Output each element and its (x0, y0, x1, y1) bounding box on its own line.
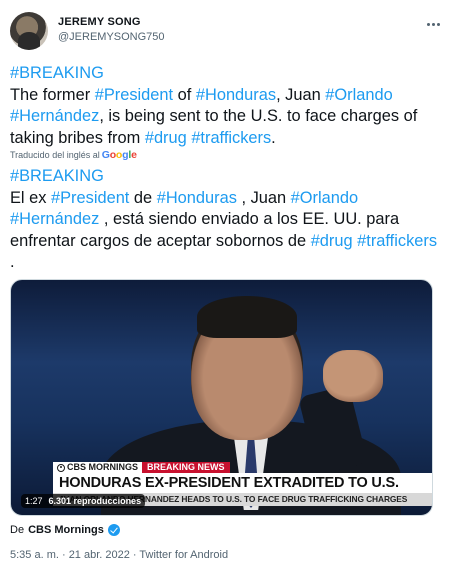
tweet-text-fragment: The former (10, 85, 95, 104)
hashtag-link[interactable]: #President (95, 86, 173, 104)
hashtag-link[interactable]: #BREAKING (10, 64, 104, 82)
more-options-icon[interactable] (423, 16, 443, 32)
video-frame-hair (197, 296, 297, 338)
tweet-timestamp[interactable]: 5:35 a. m. · 21 abr. 2022 · Twitter for … (10, 549, 228, 561)
hashtag-link[interactable]: #drug (145, 129, 187, 147)
tweet-text-fragment: de (129, 188, 157, 207)
hashtag-link[interactable]: #traffickers (357, 232, 437, 250)
user-handle[interactable]: @JEREMYSONG750 (58, 31, 165, 43)
user-display-name[interactable]: JEREMY SONG (58, 16, 141, 28)
media-source: De CBS Mornings (10, 524, 120, 536)
hashtag-link[interactable]: #Hernández (10, 107, 99, 125)
hashtag-link[interactable]: #Orlando (291, 189, 358, 207)
translation-note: Traducido del inglés al Google (10, 149, 137, 161)
video-player[interactable]: CBS MORNINGS BREAKING NEWS HONDURAS EX-P… (10, 279, 433, 516)
google-logo: Google (101, 149, 137, 161)
tweet-text-fragment: . (271, 128, 276, 147)
video-views: 6.301 reproducciones (48, 496, 142, 506)
breaking-news-banner: BREAKING NEWS (142, 462, 230, 473)
video-duration: 1:27 (25, 496, 43, 506)
hashtag-link[interactable]: #BREAKING (10, 167, 104, 185)
hashtag-link[interactable]: #Honduras (157, 189, 237, 207)
video-info-badge: 1:27 6.301 reproducciones (21, 494, 146, 508)
hashtag-link[interactable]: #President (51, 189, 129, 207)
hashtag-link[interactable]: #Hernández (10, 210, 99, 228)
hashtag-link[interactable]: #drug (311, 232, 353, 250)
tweet-text-fragment: , Juan (276, 85, 326, 104)
tweet-text-fragment: El ex (10, 188, 51, 207)
tweet-metadata: 5:35 a. m. · 21 abr. 2022 · Twitter for … (10, 549, 228, 561)
source-prefix: De (10, 524, 25, 536)
tweet-header: JEREMY SONG @JEREMYSONG750 (10, 10, 443, 50)
news-headline: HONDURAS EX-PRESIDENT EXTRADITED TO U.S. (53, 473, 432, 493)
tweet-text-fragment: , Juan (236, 188, 291, 207)
network-name: CBS MORNINGS (67, 462, 139, 472)
cbs-eye-icon (57, 463, 65, 472)
avatar[interactable] (10, 12, 48, 50)
video-frame-fist (323, 350, 383, 402)
translation-note-label: Traducido del inglés al (10, 150, 100, 160)
verified-badge-icon (107, 524, 120, 536)
source-account-link[interactable]: CBS Mornings (28, 524, 104, 536)
hashtag-link[interactable]: #Honduras (196, 86, 276, 104)
hashtag-link[interactable]: #Orlando (325, 86, 392, 104)
network-logo: CBS MORNINGS (53, 462, 143, 473)
translated-text: #BREAKING El ex #President de #Honduras … (10, 166, 443, 274)
tweet-text-fragment: of (173, 85, 196, 104)
tweet-text: #BREAKING The former #President of #Hondu… (10, 63, 443, 149)
tweet-text-fragment: . (10, 253, 15, 271)
hashtag-link[interactable]: #traffickers (191, 129, 271, 147)
